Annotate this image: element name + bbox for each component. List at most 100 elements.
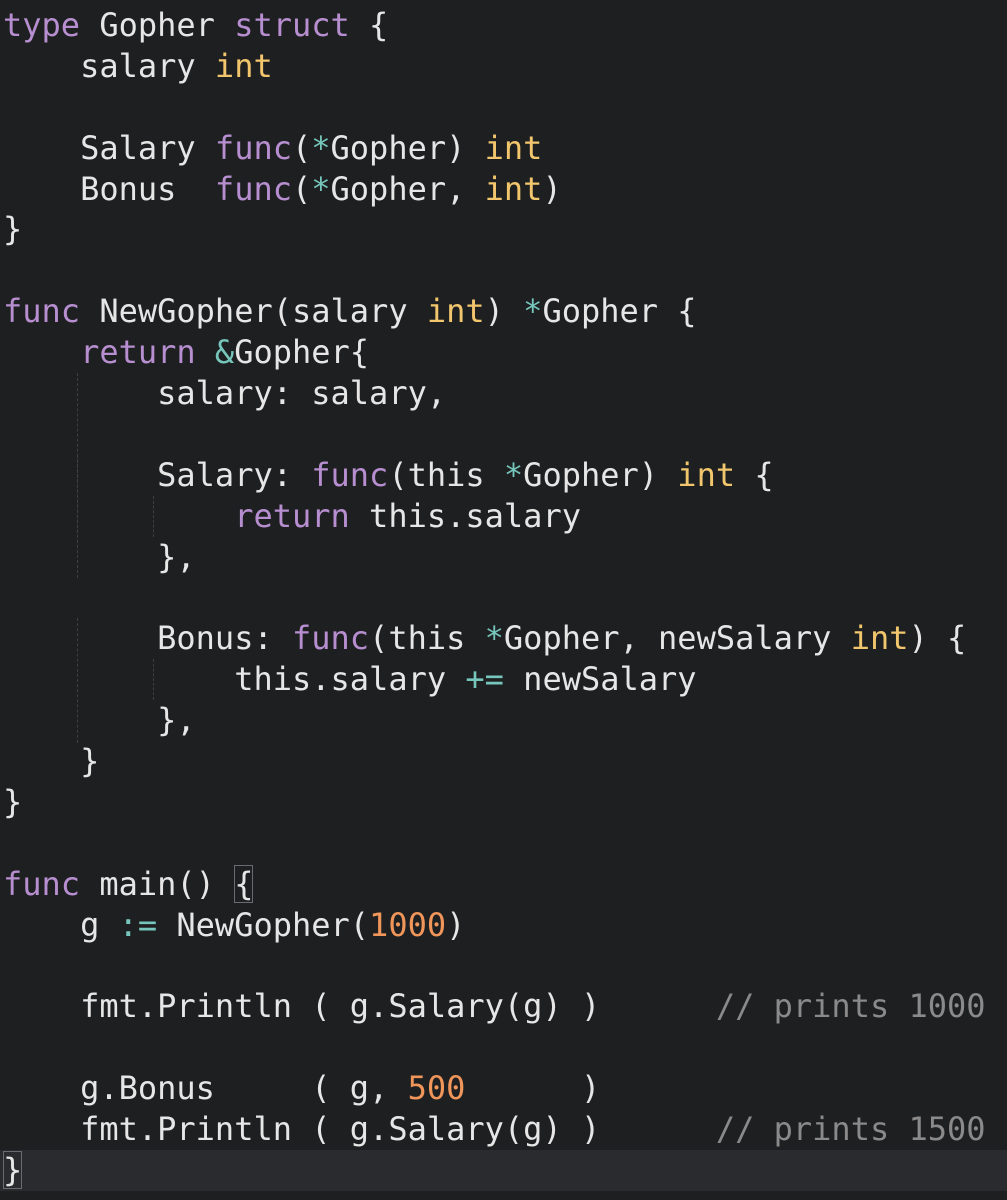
code-text: } — [3, 782, 23, 821]
code-text: }, — [3, 537, 196, 576]
code-text: fmt.Println ( g.Salary(g) ) — [3, 1110, 716, 1149]
keyword-token: func — [311, 455, 389, 494]
type-token: int — [426, 292, 485, 331]
code-text: Salary — [3, 128, 215, 167]
code-text: salary: salary, — [3, 374, 447, 413]
code-line[interactable]: g.Bonus ( g, 500 ) — [3, 1068, 1007, 1109]
operator-token: * — [523, 292, 543, 331]
code-line[interactable]: Salary: func(this *Gopher) int { — [3, 455, 1007, 496]
type-token: int — [484, 128, 543, 167]
code-text: }, — [3, 701, 196, 740]
code-line[interactable] — [3, 945, 1007, 986]
number-token: 500 — [407, 1069, 466, 1108]
keyword-token: func — [214, 128, 292, 167]
number-token: 1000 — [369, 905, 447, 944]
code-text: Gopher, newSalary — [503, 619, 851, 658]
code-text: ) { — [908, 619, 967, 658]
code-line[interactable]: } — [3, 741, 1007, 782]
keyword-token: func — [291, 619, 370, 658]
code-text: main() — [80, 864, 235, 903]
code-line[interactable] — [3, 250, 1007, 291]
keyword-token: func — [214, 169, 292, 208]
code-text: ( — [291, 169, 312, 208]
comment-token: // prints 1000 — [715, 987, 986, 1026]
type-token: int — [484, 169, 543, 208]
code-text: { — [735, 455, 774, 494]
keyword-token: struct — [234, 6, 350, 44]
code-text: ) — [465, 1069, 601, 1108]
keyword-token: return — [234, 496, 350, 535]
code-text: ( — [291, 128, 312, 167]
type-token: int — [214, 46, 273, 85]
code-line[interactable]: Salary func(*Gopher) int — [3, 128, 1007, 169]
code-text: newSalary — [503, 660, 697, 699]
keyword-token: return — [80, 333, 196, 372]
code-line[interactable]: func main() { — [3, 864, 1007, 905]
code-text: } — [3, 210, 23, 249]
code-text: this.salary — [349, 496, 581, 535]
code-text: Gopher) — [523, 455, 678, 494]
code-line[interactable]: }, — [3, 537, 1007, 578]
code-line[interactable]: return this.salary — [3, 496, 1007, 537]
code-text: Bonus: — [3, 619, 292, 658]
code-line[interactable]: }, — [3, 700, 1007, 741]
code-line[interactable] — [3, 1027, 1007, 1068]
code-line[interactable]: g := NewGopher(1000) — [3, 905, 1007, 946]
keyword-token: func — [3, 292, 81, 331]
code-line[interactable]: Bonus func(*Gopher, int) — [3, 169, 1007, 210]
code-line[interactable] — [3, 87, 1007, 128]
code-text: Gopher — [80, 6, 235, 44]
matched-bracket: } — [3, 1150, 23, 1189]
code-line[interactable]: fmt.Println ( g.Salary(g) ) // prints 10… — [3, 986, 1007, 1027]
operator-token: * — [311, 128, 331, 167]
operator-token: * — [311, 169, 331, 208]
comment-token: // prints 1500 — [715, 1110, 986, 1149]
code-line[interactable]: } — [3, 782, 1007, 823]
code-line[interactable] — [3, 577, 1007, 618]
code-line[interactable]: return &Gopher{ — [3, 332, 1007, 373]
code-text: Gopher) — [330, 128, 485, 167]
code-area[interactable]: type Gopher struct { salary int Salary f… — [0, 5, 1007, 1191]
operator-token: := — [118, 905, 158, 944]
code-text: (this — [388, 455, 504, 494]
code-text: (this — [369, 619, 485, 658]
code-text: ) — [542, 169, 562, 208]
code-text: g — [3, 905, 119, 944]
code-text: Bonus — [3, 169, 215, 208]
matched-bracket: { — [234, 864, 254, 903]
code-text: NewGopher(salary — [80, 292, 427, 331]
code-text: Gopher{ — [234, 333, 370, 372]
code-text: Gopher { — [542, 292, 697, 331]
code-line[interactable]: } — [3, 209, 1007, 250]
code-text: ) — [484, 292, 524, 331]
code-text: Gopher, — [330, 169, 485, 208]
code-line[interactable]: func NewGopher(salary int) *Gopher { — [3, 291, 1007, 332]
keyword-token: func — [3, 864, 81, 903]
type-token: int — [677, 455, 736, 494]
code-text: salary — [3, 46, 215, 85]
code-text: } — [3, 742, 100, 781]
operator-token: & — [214, 333, 235, 372]
operator-token: * — [503, 455, 524, 494]
code-line[interactable]: salary: salary, — [3, 373, 1007, 414]
code-line[interactable]: salary int — [3, 46, 1007, 87]
keyword-token: type — [3, 6, 81, 44]
code-text: NewGopher( — [157, 905, 370, 944]
code-text: g.Bonus ( g, — [3, 1069, 408, 1108]
code-line[interactable]: type Gopher struct { — [3, 5, 1007, 46]
current-code-line[interactable]: } — [0, 1149, 1007, 1191]
code-line[interactable] — [3, 823, 1007, 864]
code-editor[interactable]: type Gopher struct { salary int Salary f… — [0, 0, 1007, 1200]
operator-token: * — [484, 619, 504, 658]
code-line[interactable]: this.salary += newSalary — [3, 659, 1007, 700]
code-line[interactable]: Bonus: func(this *Gopher, newSalary int)… — [3, 618, 1007, 659]
code-text: this.salary — [3, 660, 466, 699]
code-line[interactable] — [3, 414, 1007, 455]
code-text: Salary: — [3, 455, 312, 494]
code-text: fmt.Println ( g.Salary(g) ) — [3, 987, 716, 1026]
code-text: ) — [446, 905, 466, 944]
code-line[interactable]: fmt.Println ( g.Salary(g) ) // prints 15… — [3, 1109, 1007, 1150]
